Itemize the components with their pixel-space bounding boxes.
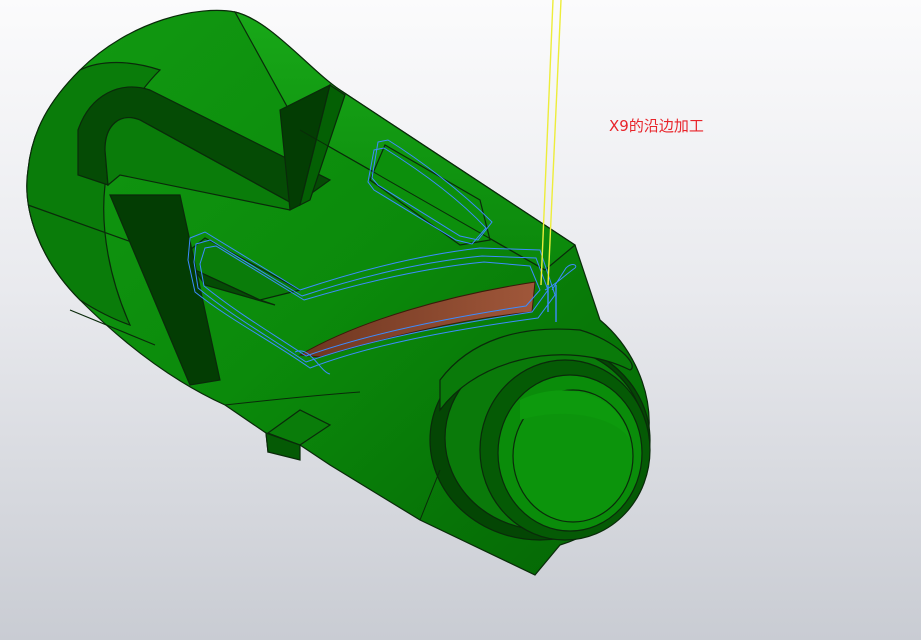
- part-model-view[interactable]: [0, 0, 921, 640]
- annotation-label: X9的沿边加工: [609, 117, 704, 135]
- end-boss-right: [429, 328, 651, 541]
- cad-viewport[interactable]: X9的沿边加工: [0, 0, 921, 640]
